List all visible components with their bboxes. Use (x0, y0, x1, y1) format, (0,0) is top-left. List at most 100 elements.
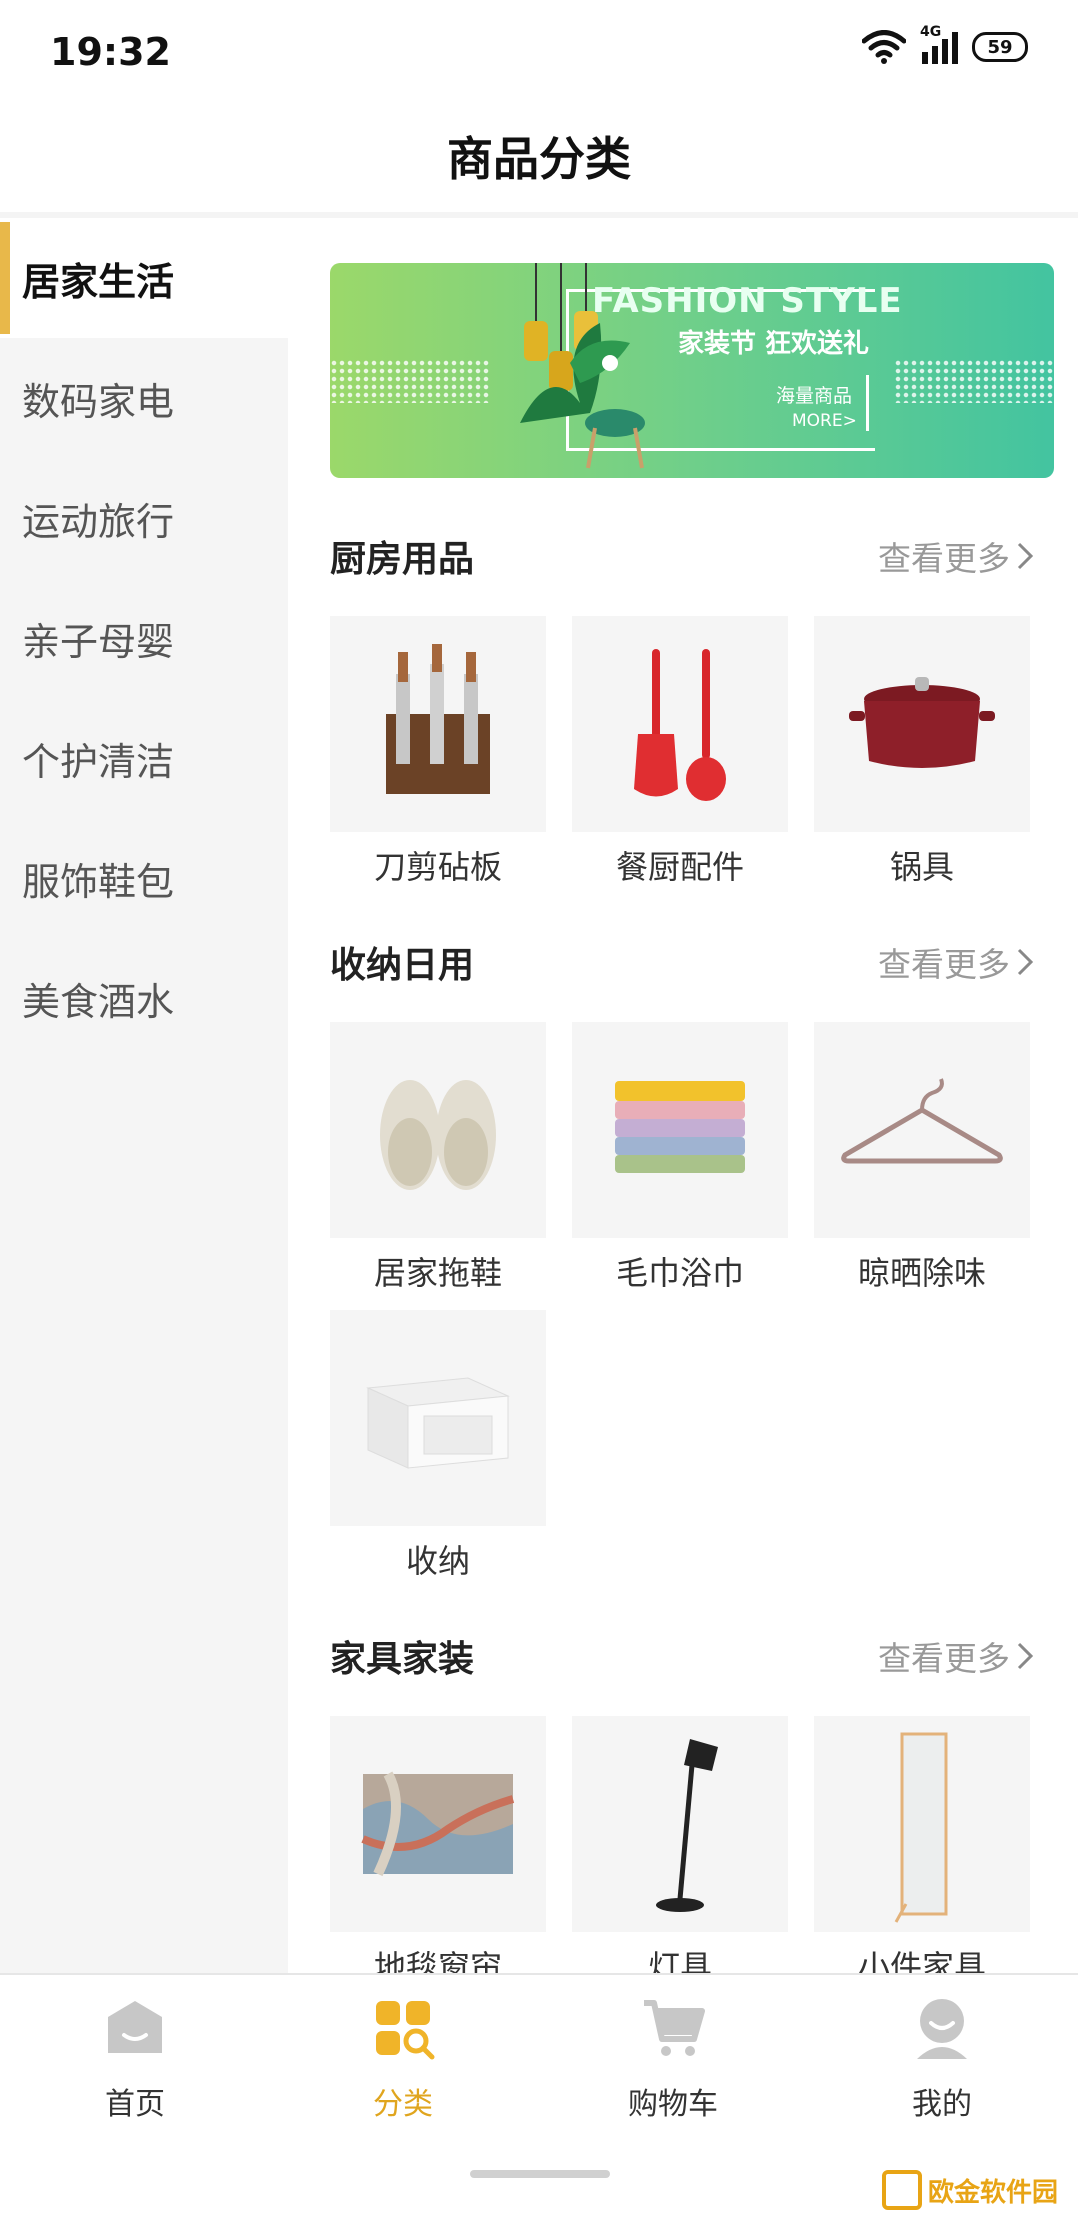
sidebar-item-apparel[interactable]: 服饰鞋包 (0, 818, 288, 938)
page-title: 商品分类 (447, 132, 631, 186)
section-title-kitchen: 厨房用品 (330, 539, 475, 580)
wifi-icon (862, 30, 906, 64)
hanger-icon (841, 1078, 1003, 1164)
tile-image (330, 1716, 546, 1932)
category-tile-lamps[interactable]: 灯具 (572, 1716, 788, 1973)
chevron-right-icon (1017, 948, 1034, 976)
rug-icon (361, 1771, 515, 1877)
banner-dots-right (894, 359, 1054, 403)
cart-icon (644, 2000, 705, 2056)
chevron-right-icon (1017, 542, 1034, 570)
tile-label: 地毯窗帘 (373, 1948, 502, 1973)
sidebar-item-label: 服饰鞋包 (22, 859, 175, 904)
chevron-right-icon (1017, 1642, 1034, 1670)
slippers-icon (380, 1080, 496, 1190)
tab-label: 我的 (912, 2087, 972, 2122)
see-more-label: 查看更多 (878, 1639, 1010, 1678)
floor-lamp-icon (656, 1739, 718, 1912)
sidebar-item-digital[interactable]: 数码家电 (0, 338, 288, 458)
category-icon (376, 2001, 435, 2060)
tab-label: 分类 (373, 2087, 433, 2122)
watermark-text: 欧金软件园 (927, 2177, 1058, 2208)
tile-image (572, 1716, 788, 1932)
watermark-logo-icon (881, 2170, 922, 2210)
home-icon (108, 2001, 162, 2053)
banner-more: MORE> (792, 411, 857, 431)
signal-icon: 4G (920, 24, 958, 64)
sidebar-item-sports[interactable]: 运动旅行 (0, 458, 288, 578)
section-title-storage: 收纳日用 (330, 945, 475, 986)
tile-image (572, 616, 788, 832)
tab-home[interactable]: 首页 (45, 1995, 225, 2123)
sidebar-item-label: 美食酒水 (22, 979, 175, 1024)
category-tile-rugs[interactable]: 地毯窗帘 (330, 1716, 546, 1973)
tile-label: 晾晒除味 (857, 1254, 986, 1292)
tab-label: 首页 (105, 2087, 165, 2122)
tab-cart[interactable]: 购物车 (583, 1995, 763, 2123)
page-header: 商品分类 (0, 100, 1078, 218)
tile-label: 刀剪砧板 (373, 848, 502, 886)
sidebar-item-food[interactable]: 美食酒水 (0, 938, 288, 1058)
see-more-storage[interactable]: 查看更多 (878, 938, 1034, 986)
see-more-kitchen[interactable]: 查看更多 (878, 532, 1034, 580)
knife-block-icon (386, 644, 490, 794)
plant-chair-icon (520, 323, 645, 469)
tile-image (814, 1022, 1030, 1238)
sidebar-item-label: 运动旅行 (22, 499, 175, 544)
tile-image (330, 616, 546, 832)
category-tile-towels[interactable]: 毛巾浴巾 (572, 1022, 788, 1294)
category-tile-utensils[interactable]: 餐厨配件 (572, 616, 788, 888)
bottom-tab-bar: 首页 分类 购物车 我的 欧金软件园 (0, 1973, 1078, 2220)
banner-divider (866, 375, 869, 431)
tab-category[interactable]: 分类 (313, 1995, 493, 2123)
category-sidebar: 居家生活 数码家电 运动旅行 亲子母婴 个护清洁 服饰鞋包 美食酒水 (0, 218, 288, 1973)
status-icons: 4G 59 (862, 24, 1028, 64)
tile-label: 毛巾浴巾 (615, 1254, 744, 1292)
category-tile-slippers[interactable]: 居家拖鞋 (330, 1022, 546, 1294)
sidebar-item-baby[interactable]: 亲子母婴 (0, 578, 288, 698)
tile-image (330, 1310, 546, 1526)
watermark: 欧金软件园 (873, 2166, 1066, 2214)
storage-box-icon (366, 1377, 510, 1469)
banner-tag: 海量商品 (776, 385, 853, 407)
sidebar-item-care[interactable]: 个护清洁 (0, 698, 288, 818)
home-indicator (470, 2170, 610, 2178)
category-tile-pots[interactable]: 锅具 (814, 616, 1030, 888)
sidebar-item-label: 亲子母婴 (22, 619, 175, 664)
banner-subtitle: 家装节 狂欢送礼 (678, 329, 870, 359)
tile-image (814, 616, 1030, 832)
category-tile-hangers[interactable]: 晾晒除味 (814, 1022, 1030, 1294)
sidebar-item-label: 居家生活 (22, 259, 175, 304)
tile-label: 小件家具 (857, 1948, 986, 1973)
tile-image (330, 1022, 546, 1238)
section-title-furniture: 家具家装 (330, 1639, 475, 1680)
status-bar: 19:32 4G 59 (0, 0, 1078, 100)
category-tile-storage[interactable]: 收纳 (330, 1310, 546, 1582)
battery-icon: 59 (972, 32, 1028, 62)
status-time: 19:32 (50, 30, 171, 74)
see-more-label: 查看更多 (878, 539, 1010, 578)
tab-label: 购物车 (628, 2087, 718, 2122)
banner-dots-left (330, 359, 490, 403)
battery-level: 59 (987, 36, 1013, 58)
tab-profile[interactable]: 我的 (852, 1995, 1032, 2123)
mirror-icon (894, 1732, 948, 1923)
tile-image (814, 1716, 1030, 1932)
network-type: 4G (920, 24, 942, 40)
tile-label: 收纳 (405, 1542, 470, 1580)
sidebar-item-home-living[interactable]: 居家生活 (0, 218, 288, 338)
sidebar-item-label: 数码家电 (22, 379, 175, 424)
promo-banner[interactable]: FASHION STYLE 家装节 狂欢送礼 海量商品 MORE> (330, 263, 1054, 478)
category-content: FASHION STYLE 家装节 狂欢送礼 海量商品 MORE> 厨房用品 查… (288, 218, 1078, 1973)
see-more-furniture[interactable]: 查看更多 (878, 1632, 1034, 1680)
banner-title: FASHION STYLE (592, 281, 903, 321)
tile-label: 灯具 (647, 1948, 712, 1973)
sidebar-item-label: 个护清洁 (22, 739, 175, 784)
category-tile-knives[interactable]: 刀剪砧板 (330, 616, 546, 888)
category-tile-small-furniture[interactable]: 小件家具 (814, 1716, 1030, 1973)
user-icon (917, 1999, 967, 2059)
tile-label: 居家拖鞋 (373, 1254, 502, 1292)
spatula-ladle-icon (634, 649, 726, 801)
tile-image (572, 1022, 788, 1238)
tile-label: 锅具 (889, 848, 954, 886)
